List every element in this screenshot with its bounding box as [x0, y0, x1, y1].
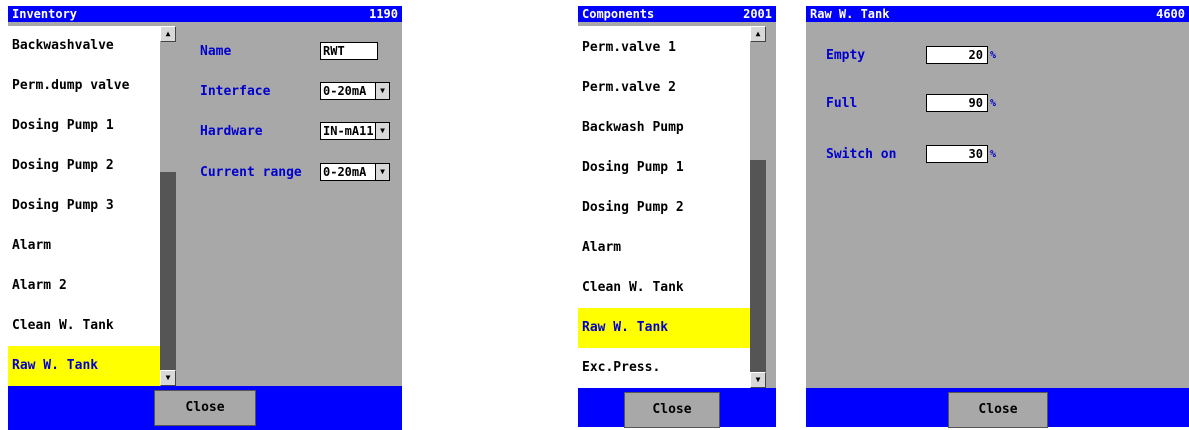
- close-button[interactable]: Close: [624, 392, 720, 428]
- list-item[interactable]: Perm.dump valve: [8, 66, 160, 106]
- components-scrollbar[interactable]: ▲ ▼: [750, 26, 766, 388]
- list-item[interactable]: Perm.valve 1: [578, 28, 750, 68]
- components-number: 2001: [743, 7, 772, 21]
- raw-tank-footer: Close: [806, 388, 1189, 428]
- full-field[interactable]: 90: [926, 94, 988, 112]
- full-label: Full: [826, 96, 858, 111]
- inventory-list: Backwashvalve Perm.dump valve Dosing Pum…: [8, 26, 160, 386]
- empty-field[interactable]: 20: [926, 46, 988, 64]
- raw-tank-title: Raw W. Tank: [810, 7, 890, 21]
- list-item[interactable]: Perm.valve 2: [578, 68, 750, 108]
- list-item[interactable]: Backwashvalve: [8, 26, 160, 66]
- list-item[interactable]: Dosing Pump 1: [578, 148, 750, 188]
- inventory-scrollbar[interactable]: ▲ ▼: [160, 26, 176, 386]
- components-window: Components 2001 Perm.valve 1 Perm.valve …: [578, 6, 776, 428]
- current-range-value: 0-20mA: [323, 165, 367, 179]
- components-titlebar: Components 2001: [578, 6, 776, 22]
- components-title: Components: [582, 7, 655, 21]
- raw-tank-window: Raw W. Tank 4600 Empty 20 % Full 90 % Sw…: [806, 6, 1189, 428]
- interface-value: 0-20mA: [323, 84, 367, 98]
- inventory-properties: Name RWT Interface 0-20mA ▼ Hardware IN-…: [184, 26, 402, 386]
- list-item[interactable]: Alarm 2: [8, 266, 160, 306]
- list-item[interactable]: Dosing Pump 2: [8, 146, 160, 186]
- dropdown-arrow-icon[interactable]: ▼: [375, 164, 389, 180]
- up-arrow-icon[interactable]: ▲: [750, 26, 766, 42]
- empty-label: Empty: [826, 48, 866, 63]
- list-item[interactable]: Dosing Pump 2: [578, 188, 750, 228]
- raw-tank-titlebar: Raw W. Tank 4600: [806, 6, 1189, 22]
- list-item[interactable]: Backwash Pump: [578, 108, 750, 148]
- name-label: Name: [200, 44, 232, 59]
- inventory-titlebar: Inventory 1190: [8, 6, 402, 22]
- scroll-thumb[interactable]: [160, 42, 176, 172]
- list-item[interactable]: Alarm: [8, 226, 160, 266]
- switch-on-label: Switch on: [826, 147, 897, 162]
- list-item[interactable]: Exc.Press.: [578, 348, 750, 388]
- inventory-number: 1190: [369, 7, 398, 21]
- dropdown-arrow-icon[interactable]: ▼: [375, 83, 389, 99]
- list-item[interactable]: Dosing Pump 1: [8, 106, 160, 146]
- current-range-dropdown[interactable]: 0-20mA ▼: [320, 163, 390, 181]
- inventory-window: Inventory 1190 Backwashvalve Perm.dump v…: [8, 6, 402, 430]
- switch-on-unit: %: [990, 149, 997, 160]
- list-item-selected[interactable]: Raw W. Tank: [578, 308, 750, 348]
- full-unit: %: [990, 98, 997, 109]
- dropdown-arrow-icon[interactable]: ▼: [375, 123, 389, 139]
- list-item[interactable]: Clean W. Tank: [8, 306, 160, 346]
- list-item-selected[interactable]: Raw W. Tank: [8, 346, 160, 386]
- list-item[interactable]: Dosing Pump 3: [8, 186, 160, 226]
- hardware-value: IN-mA11: [323, 124, 374, 138]
- inventory-title: Inventory: [12, 7, 78, 21]
- empty-unit: %: [990, 50, 997, 61]
- list-item[interactable]: Clean W. Tank: [578, 268, 750, 308]
- up-arrow-icon[interactable]: ▲: [160, 26, 176, 42]
- components-footer: Close: [578, 388, 776, 428]
- name-field[interactable]: RWT: [320, 42, 378, 60]
- list-item[interactable]: Alarm: [578, 228, 750, 268]
- raw-tank-number: 4600: [1156, 7, 1185, 21]
- close-button[interactable]: Close: [948, 392, 1048, 428]
- switch-on-field[interactable]: 30: [926, 145, 988, 163]
- interface-dropdown[interactable]: 0-20mA ▼: [320, 82, 390, 100]
- current-range-label: Current range: [200, 165, 302, 180]
- hardware-dropdown[interactable]: IN-mA11 ▼: [320, 122, 390, 140]
- components-list: Perm.valve 1 Perm.valve 2 Backwash Pump …: [578, 26, 750, 388]
- down-arrow-icon[interactable]: ▼: [160, 370, 176, 386]
- interface-label: Interface: [200, 84, 271, 99]
- inventory-footer: Close: [8, 386, 402, 430]
- close-button[interactable]: Close: [154, 390, 256, 426]
- hardware-label: Hardware: [200, 124, 263, 139]
- scroll-thumb[interactable]: [750, 42, 766, 160]
- down-arrow-icon[interactable]: ▼: [750, 372, 766, 388]
